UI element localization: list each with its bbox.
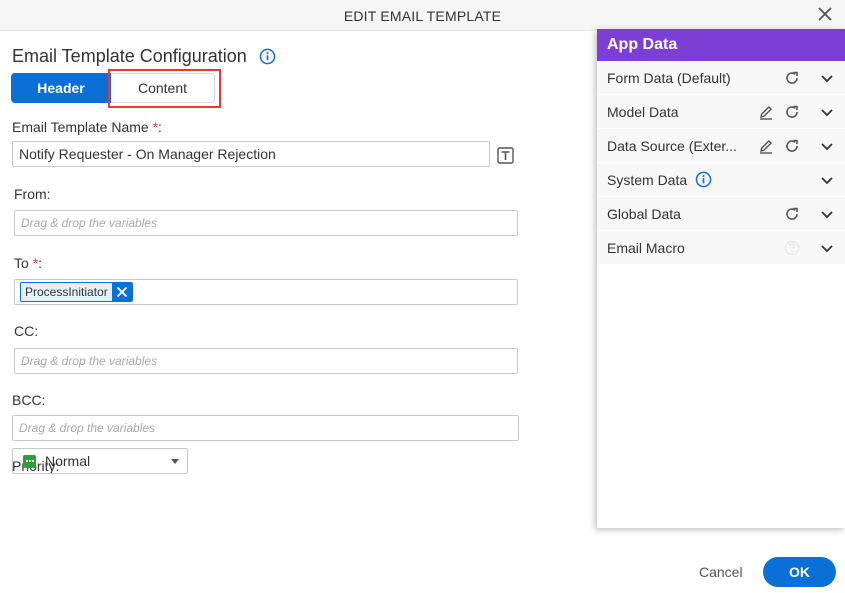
app-data-item-email-macro[interactable]: Email Macro bbox=[597, 231, 845, 265]
chevron-down-icon[interactable] bbox=[819, 172, 835, 188]
app-data-item-system-data[interactable]: System Data bbox=[597, 163, 845, 197]
chevron-down-icon[interactable] bbox=[819, 70, 835, 86]
app-data-item-global-data[interactable]: Global Data bbox=[597, 197, 845, 231]
info-icon[interactable] bbox=[695, 171, 712, 188]
refresh-icon[interactable] bbox=[784, 206, 800, 222]
to-label: To *: bbox=[14, 255, 43, 271]
chevron-down-icon[interactable] bbox=[819, 206, 835, 222]
refresh-icon[interactable] bbox=[784, 104, 800, 120]
tab-content[interactable]: Content bbox=[111, 73, 215, 103]
edit-icon[interactable] bbox=[758, 104, 774, 120]
help-icon bbox=[784, 240, 800, 256]
refresh-icon[interactable] bbox=[784, 70, 800, 86]
app-data-item-data-source[interactable]: Data Source (Exter... bbox=[597, 129, 845, 163]
remove-chip-icon[interactable] bbox=[111, 283, 132, 301]
info-icon[interactable] bbox=[259, 48, 276, 65]
bcc-label: BCC: bbox=[12, 392, 46, 408]
cc-input[interactable]: Drag & drop the variables bbox=[14, 348, 518, 374]
dialog-titlebar: EDIT EMAIL TEMPLATE bbox=[0, 0, 845, 31]
priority-normal-icon bbox=[23, 454, 36, 468]
priority-select[interactable]: Normal bbox=[12, 448, 188, 474]
template-name-label: Email Template Name *: bbox=[12, 119, 162, 135]
app-data-panel: App Data Form Data (Default) Model Data … bbox=[597, 29, 845, 528]
from-input[interactable]: Drag & drop the variables bbox=[14, 210, 518, 236]
app-data-item-model-data[interactable]: Model Data bbox=[597, 95, 845, 129]
cc-label: CC: bbox=[14, 323, 39, 339]
config-title: Email Template Configuration bbox=[12, 46, 247, 66]
chevron-down-icon[interactable] bbox=[819, 240, 835, 256]
app-data-item-form-data[interactable]: Form Data (Default) bbox=[597, 61, 845, 95]
chevron-down-icon[interactable] bbox=[819, 138, 835, 154]
text-format-icon[interactable] bbox=[497, 147, 514, 164]
cancel-button[interactable]: Cancel bbox=[699, 564, 743, 580]
to-recipient-chip[interactable]: ProcessInitiator bbox=[20, 282, 133, 302]
template-name-input[interactable]: Notify Requester - On Manager Rejection bbox=[12, 141, 490, 167]
dropdown-caret-icon bbox=[171, 459, 179, 464]
chevron-down-icon[interactable] bbox=[819, 104, 835, 120]
to-input[interactable]: ProcessInitiator bbox=[14, 279, 518, 305]
from-label: From: bbox=[14, 186, 51, 202]
refresh-icon[interactable] bbox=[784, 138, 800, 154]
close-icon[interactable] bbox=[817, 6, 833, 22]
config-tabs: Header Content bbox=[11, 73, 215, 103]
ok-button[interactable]: OK bbox=[763, 557, 836, 587]
edit-icon[interactable] bbox=[758, 138, 774, 154]
tab-header[interactable]: Header bbox=[11, 73, 111, 103]
app-data-title: App Data bbox=[597, 29, 845, 61]
dialog-title: EDIT EMAIL TEMPLATE bbox=[343, 8, 502, 24]
bcc-input[interactable]: Drag & drop the variables bbox=[12, 415, 519, 441]
